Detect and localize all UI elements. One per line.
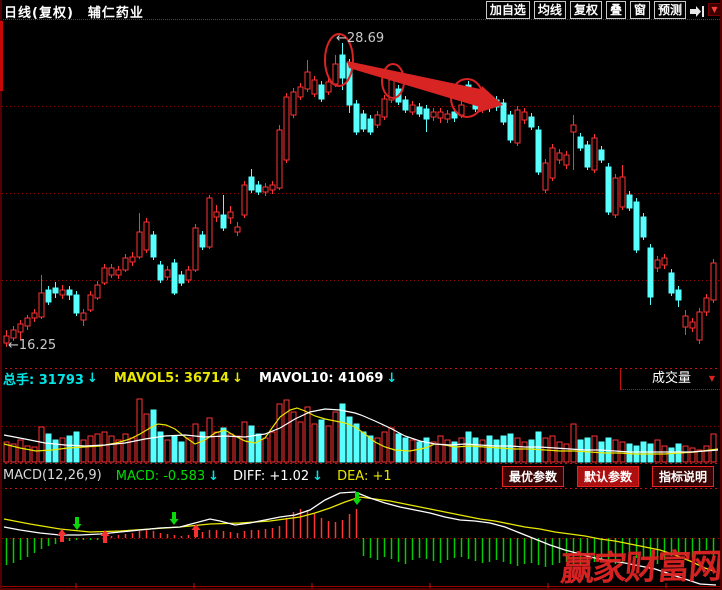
left-axis-accent	[0, 21, 3, 91]
app-window: 日线(复权) 辅仁药业 加自选均线复权叠窗预测 ▼ ←28.69 ←16.25 总…	[0, 0, 722, 590]
next-arrow-icon[interactable]	[689, 3, 705, 16]
stat-item: MAVOL5: 36714↓	[114, 370, 243, 387]
toolbar-button-0[interactable]: 加自选	[486, 1, 530, 19]
toolbar-button-2[interactable]: 复权	[570, 1, 602, 19]
down-arrow-icon: ↓	[87, 371, 98, 386]
stat-item: DIFF: +1.02↓	[233, 468, 323, 485]
stat-label: DIFF: +1.02	[233, 469, 309, 484]
site-watermark: 赢家财富网	[559, 539, 722, 590]
toolbar-button-3[interactable]: 叠	[606, 1, 626, 19]
macd-buttons: 最优参数默认参数指标说明	[502, 466, 714, 487]
macd-pane-header: MACD(12,26,9) MACD: -0.583↓DIFF: +1.02↓D…	[3, 468, 392, 485]
stat-label: DEA: +1	[337, 469, 392, 484]
stat-item: 总手: 31793↓	[3, 370, 98, 387]
stat-label: MAVOL10: 41069	[259, 371, 383, 386]
chart-title: 日线(复权) 辅仁药业	[4, 2, 144, 21]
stat-label: 总手: 31793	[3, 369, 84, 388]
low-price-label: ←16.25	[8, 338, 56, 353]
toolbar-button-4[interactable]: 窗	[630, 1, 650, 19]
stat-label: MAVOL5: 36714	[114, 371, 229, 386]
toolbar-button-5[interactable]: 预测	[654, 1, 686, 19]
stock-chart-canvas	[0, 0, 722, 590]
stat-label: MACD: -0.583	[116, 469, 205, 484]
toolbar-button-1[interactable]: 均线	[534, 1, 566, 19]
toolbar-buttons: 加自选均线复权叠窗预测	[486, 1, 686, 19]
indicator-selector-volume[interactable]: 成交量 ▼	[620, 369, 722, 390]
stat-item: DEA: +1	[337, 468, 392, 485]
stock-name: 辅仁药业	[88, 6, 144, 21]
macd-button-2[interactable]: 指标说明	[652, 466, 714, 487]
stat-item: MAVOL10: 41069↓	[259, 370, 397, 387]
volume-pane-header: 总手: 31793↓MAVOL5: 36714↓MAVOL10: 41069↓	[3, 370, 397, 387]
macd-button-1[interactable]: 默认参数	[577, 466, 639, 487]
title-bar: 日线(复权)辅仁药业 加自选均线复权叠窗预测 ▼	[0, 0, 722, 20]
chart-period-label: 日线(复权)	[4, 6, 74, 21]
indicator-selector-dropdown-icon[interactable]: ▼	[709, 375, 715, 383]
down-arrow-icon: ↓	[386, 371, 397, 386]
down-arrow-icon: ↓	[312, 469, 323, 484]
sell-signal-arrow	[73, 517, 82, 530]
indicator-selector-label: 成交量	[652, 371, 691, 386]
annotation-arrow-body	[347, 61, 485, 108]
high-price-label: ←28.69	[336, 31, 384, 46]
stat-item: MACD: -0.583↓	[116, 468, 219, 485]
macd-button-0[interactable]: 最优参数	[502, 466, 564, 487]
sell-signal-arrow	[170, 512, 179, 525]
macd-params-label: MACD(12,26,9)	[3, 468, 102, 485]
down-arrow-icon: ↓	[232, 371, 243, 386]
down-arrow-icon: ↓	[208, 469, 219, 484]
